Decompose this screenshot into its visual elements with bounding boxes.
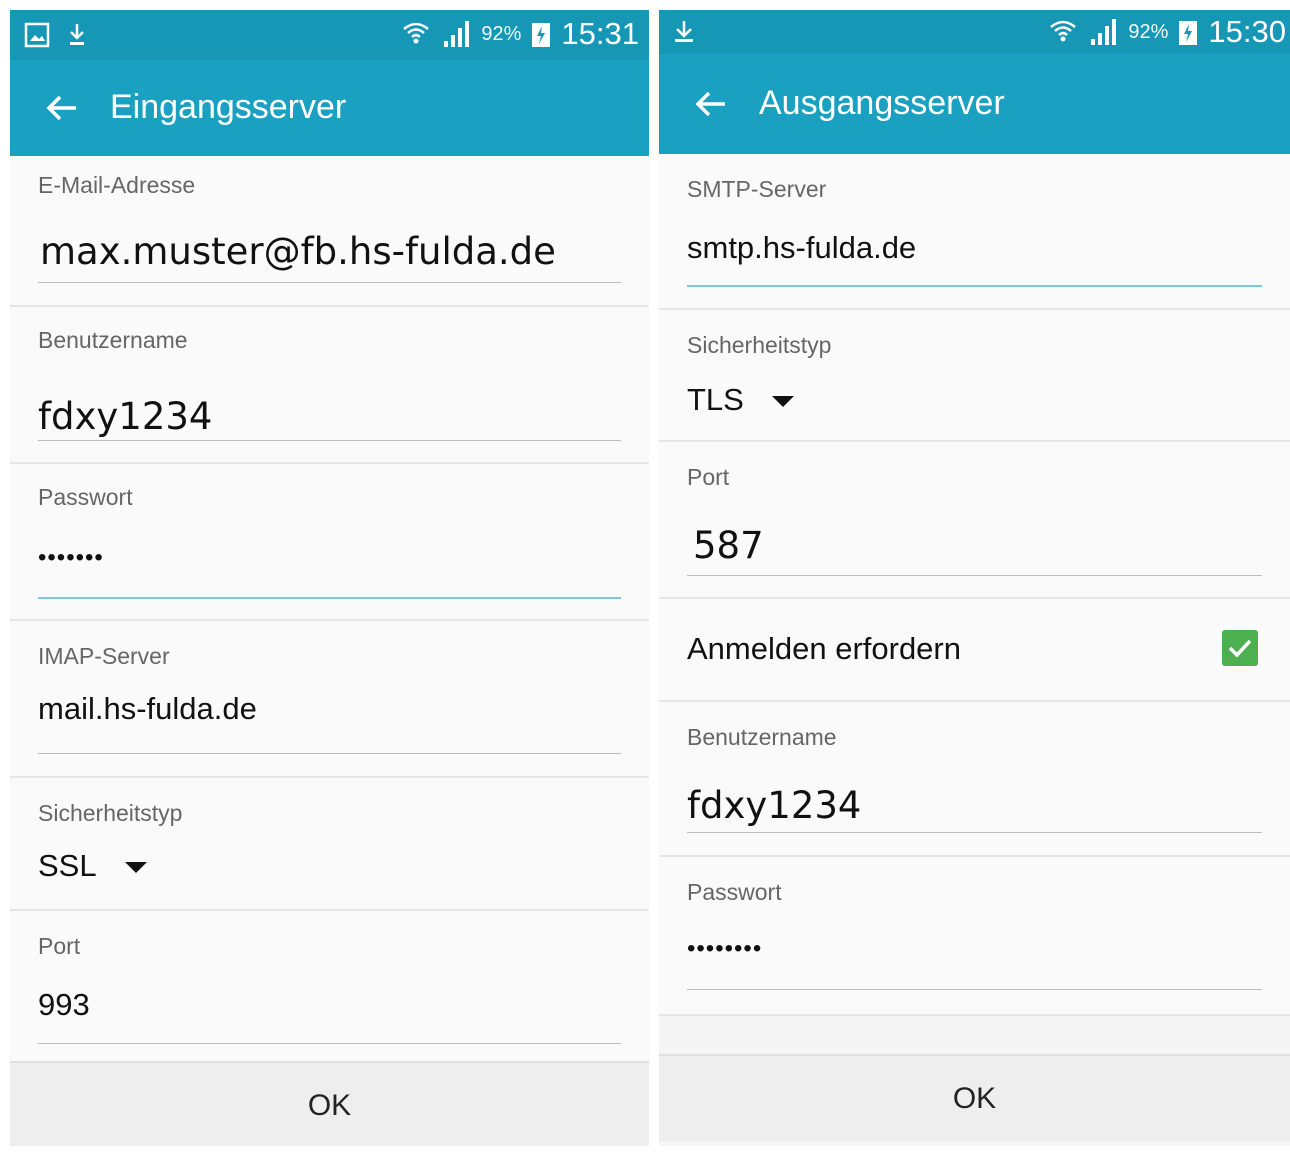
- security-type-value: TLS: [687, 382, 744, 417]
- download-icon: [675, 21, 693, 42]
- username-label: Benutzername: [38, 327, 188, 353]
- app-bar: Ausgangsserver: [659, 54, 1290, 154]
- username-label: Benutzername: [687, 724, 837, 750]
- ok-button[interactable]: OK: [659, 1054, 1290, 1142]
- email-label: E-Mail-Adresse: [38, 172, 196, 198]
- battery-percent: 92%: [481, 22, 522, 45]
- checkmark-icon: [1228, 639, 1252, 658]
- email-section: E-Mail-Adresse max.muster@fb.hs-fulda.de: [10, 156, 649, 307]
- smtp-server-section: SMTP-Server smtp.hs-fulda.de: [659, 154, 1290, 310]
- security-type-section: Sicherheitstyp TLS: [659, 310, 1290, 442]
- battery-charging-icon: [1179, 21, 1198, 45]
- username-section: Benutzername fdxy1234: [659, 702, 1290, 857]
- incoming-server-screen: 92% 15:31 Eingangsserver E-Mail-Adresse …: [10, 10, 649, 1146]
- signal-icon: [444, 21, 470, 47]
- dropdown-arrow-icon: [771, 396, 794, 408]
- security-type-dropdown[interactable]: SSL: [38, 848, 147, 884]
- download-icon: [70, 24, 84, 45]
- password-section: Passwort ••••••••: [659, 857, 1290, 1016]
- password-label: Passwort: [38, 484, 133, 510]
- status-bar: 92% 15:31: [10, 10, 649, 60]
- back-arrow-icon[interactable]: [40, 86, 84, 130]
- clock: 15:30: [1208, 14, 1286, 49]
- port-label: Port: [687, 464, 730, 490]
- app-bar: Eingangsserver: [10, 60, 649, 156]
- security-type-dropdown[interactable]: TLS: [687, 382, 794, 418]
- security-type-label: Sicherheitstyp: [687, 332, 832, 358]
- dropdown-arrow-icon: [124, 862, 147, 874]
- username-field[interactable]: fdxy1234: [38, 395, 212, 438]
- outgoing-server-screen: 92% 15:30 Ausgangsserver SMTP-Server smt…: [659, 10, 1290, 1146]
- wifi-icon: [1050, 20, 1077, 42]
- port-section: Port 993: [10, 911, 649, 1061]
- imap-server-field[interactable]: mail.hs-fulda.de: [38, 691, 257, 727]
- username-section: Benutzername fdxy1234: [10, 307, 649, 464]
- back-arrow-icon[interactable]: [689, 82, 733, 126]
- status-bar: 92% 15:30: [659, 10, 1290, 54]
- ok-button[interactable]: OK: [10, 1061, 649, 1146]
- smtp-server-field[interactable]: smtp.hs-fulda.de: [687, 230, 916, 266]
- battery-charging-icon: [532, 23, 551, 47]
- password-label: Passwort: [687, 879, 782, 905]
- password-field[interactable]: •••••••: [38, 544, 104, 572]
- port-section: Port 587: [659, 442, 1290, 599]
- require-login-checkbox[interactable]: [1222, 630, 1258, 666]
- clock: 15:31: [561, 16, 639, 51]
- require-login-label: Anmelden erfordern: [687, 631, 961, 666]
- smtp-server-label: SMTP-Server: [687, 176, 827, 202]
- port-field[interactable]: 993: [38, 987, 90, 1023]
- port-field[interactable]: 587: [693, 524, 764, 567]
- password-section: Passwort •••••••: [10, 464, 649, 621]
- page-title: Eingangsserver: [110, 88, 347, 126]
- username-field[interactable]: fdxy1234: [687, 784, 861, 827]
- screenshot-icon: [24, 22, 50, 48]
- security-type-section: Sicherheitstyp SSL: [10, 778, 649, 911]
- battery-percent: 92%: [1128, 20, 1169, 43]
- imap-server-label: IMAP-Server: [38, 643, 170, 669]
- security-type-value: SSL: [38, 848, 97, 883]
- signal-icon: [1091, 19, 1117, 45]
- port-label: Port: [38, 933, 81, 959]
- security-type-label: Sicherheitstyp: [38, 800, 183, 826]
- imap-server-section: IMAP-Server mail.hs-fulda.de: [10, 621, 649, 778]
- wifi-icon: [403, 22, 430, 44]
- page-title: Ausgangsserver: [759, 84, 1005, 122]
- email-field[interactable]: max.muster@fb.hs-fulda.de: [40, 230, 556, 273]
- require-login-row[interactable]: Anmelden erfordern: [659, 599, 1290, 702]
- password-field[interactable]: ••••••••: [687, 935, 762, 963]
